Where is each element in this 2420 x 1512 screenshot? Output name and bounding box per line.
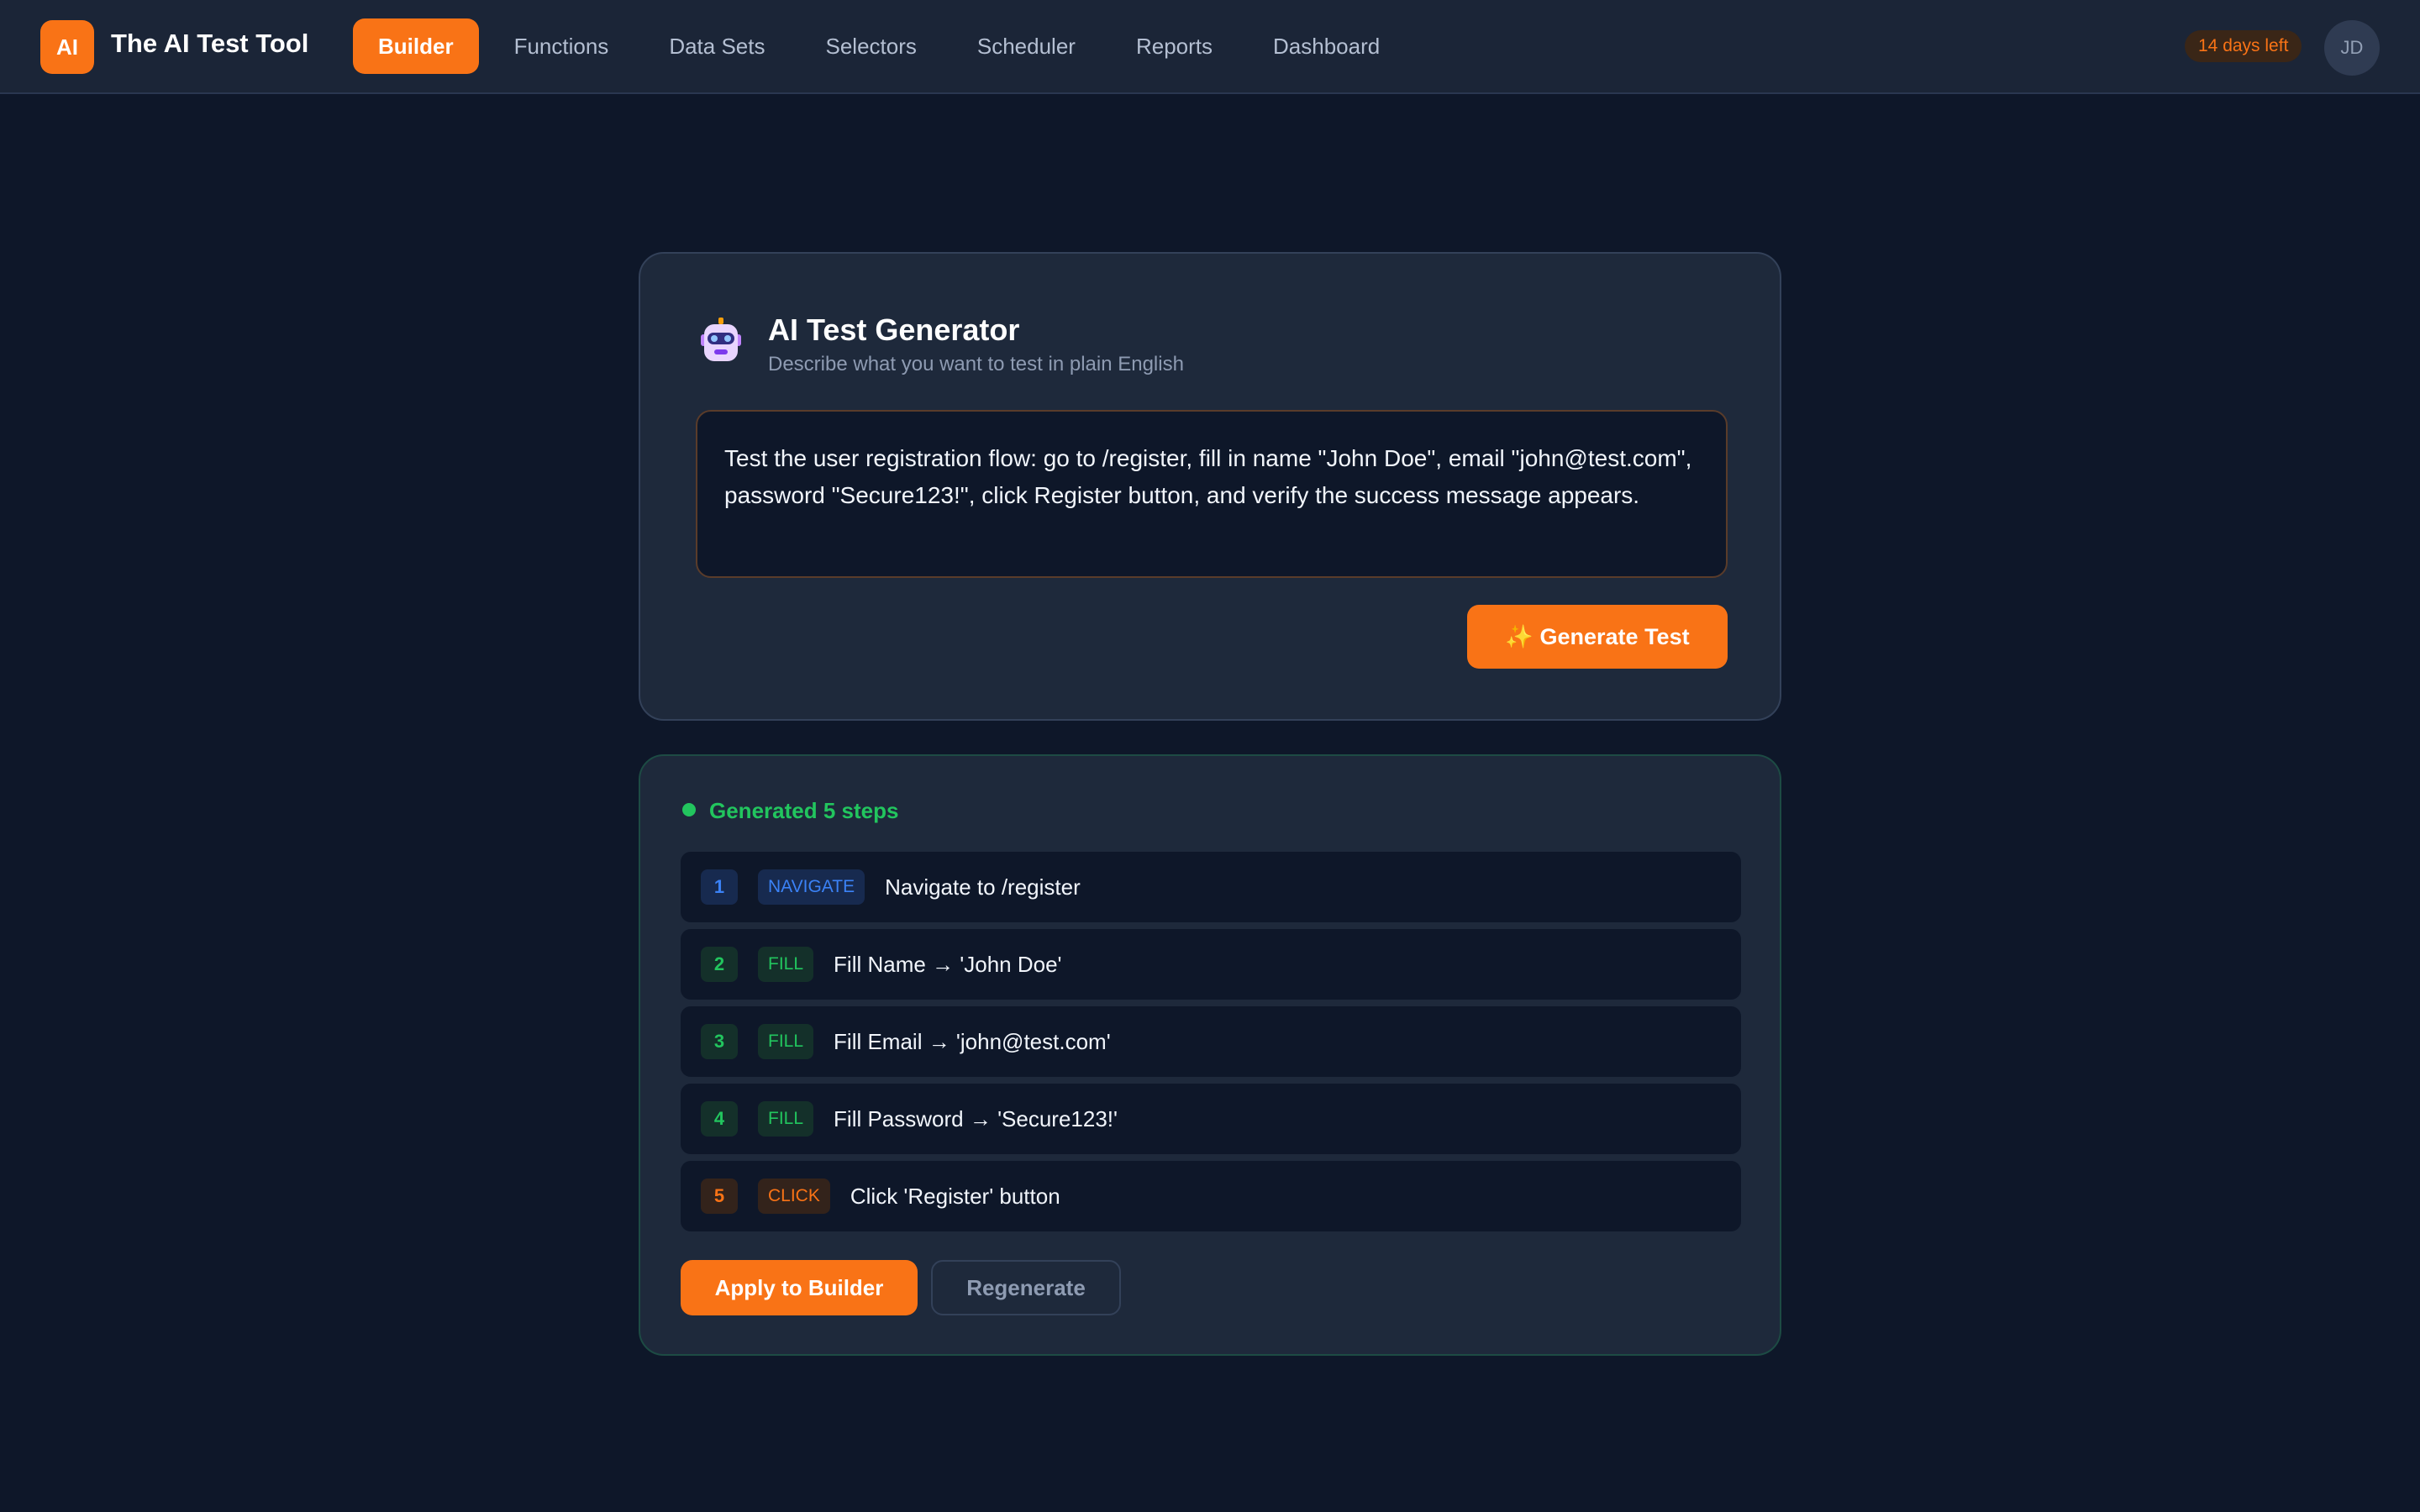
- nav-item-data-sets[interactable]: Data Sets: [644, 18, 790, 74]
- apply-to-builder-button[interactable]: Apply to Builder: [681, 1260, 918, 1315]
- main-nav: Builder Functions Data Sets Selectors Sc…: [353, 18, 1415, 74]
- nav-item-scheduler[interactable]: Scheduler: [952, 18, 1101, 74]
- generator-title: AI Test Generator: [768, 312, 1020, 347]
- user-avatar[interactable]: JD: [2324, 20, 2380, 76]
- test-description-input[interactable]: Test the user registration flow: go to /…: [696, 410, 1728, 578]
- generate-test-button[interactable]: ✨ Generate Test: [1467, 605, 1728, 669]
- step-description: Navigate to /register: [885, 874, 1081, 900]
- step-description: Fill Password → 'Secure123!': [834, 1105, 1118, 1131]
- step-number: 2: [701, 947, 738, 982]
- step-type-badge: FILL: [758, 1101, 814, 1137]
- regenerate-button[interactable]: Regenerate: [931, 1260, 1121, 1315]
- step-number: 5: [701, 1179, 738, 1214]
- step-description: Click 'Register' button: [850, 1183, 1060, 1209]
- step-number: 1: [701, 869, 738, 905]
- step-row[interactable]: 5 CLICK Click 'Register' button: [681, 1161, 1741, 1231]
- step-number: 3: [701, 1024, 738, 1059]
- step-row[interactable]: 4 FILL Fill Password → 'Secure123!': [681, 1084, 1741, 1154]
- nav-item-dashboard[interactable]: Dashboard: [1248, 18, 1405, 74]
- ai-test-generator-card: AI Test Generator Describe what you want…: [639, 252, 1781, 721]
- step-description: Fill Name → 'John Doe': [834, 951, 1062, 977]
- step-description: Fill Email → 'john@test.com': [834, 1028, 1111, 1054]
- nav-item-selectors[interactable]: Selectors: [800, 18, 941, 74]
- nav-item-builder[interactable]: Builder: [353, 18, 479, 74]
- step-number: 4: [701, 1101, 738, 1137]
- step-row[interactable]: 3 FILL Fill Email → 'john@test.com': [681, 1006, 1741, 1077]
- step-type-badge: NAVIGATE: [758, 869, 865, 905]
- step-type-badge: FILL: [758, 1024, 814, 1059]
- step-type-badge: CLICK: [758, 1179, 830, 1214]
- step-list: 1 NAVIGATE Navigate to /register 2 FILL …: [681, 852, 1741, 1238]
- generation-status: Generated 5 steps: [709, 798, 899, 823]
- robot-icon: [701, 318, 741, 361]
- app-logo[interactable]: AI: [40, 20, 94, 74]
- app-title: The AI Test Tool: [111, 29, 309, 58]
- generated-steps-card: Generated 5 steps 1 NAVIGATE Navigate to…: [639, 754, 1781, 1356]
- step-type-badge: FILL: [758, 947, 814, 982]
- generator-subtitle: Describe what you want to test in plain …: [768, 353, 1184, 375]
- success-status-dot: [682, 803, 696, 816]
- step-row[interactable]: 1 NAVIGATE Navigate to /register: [681, 852, 1741, 922]
- nav-item-functions[interactable]: Functions: [489, 18, 634, 74]
- nav-item-reports[interactable]: Reports: [1111, 18, 1238, 74]
- trial-badge[interactable]: 14 days left: [2185, 30, 2302, 62]
- step-row[interactable]: 2 FILL Fill Name → 'John Doe': [681, 929, 1741, 1000]
- top-navbar: AI The AI Test Tool Builder Functions Da…: [0, 0, 2420, 94]
